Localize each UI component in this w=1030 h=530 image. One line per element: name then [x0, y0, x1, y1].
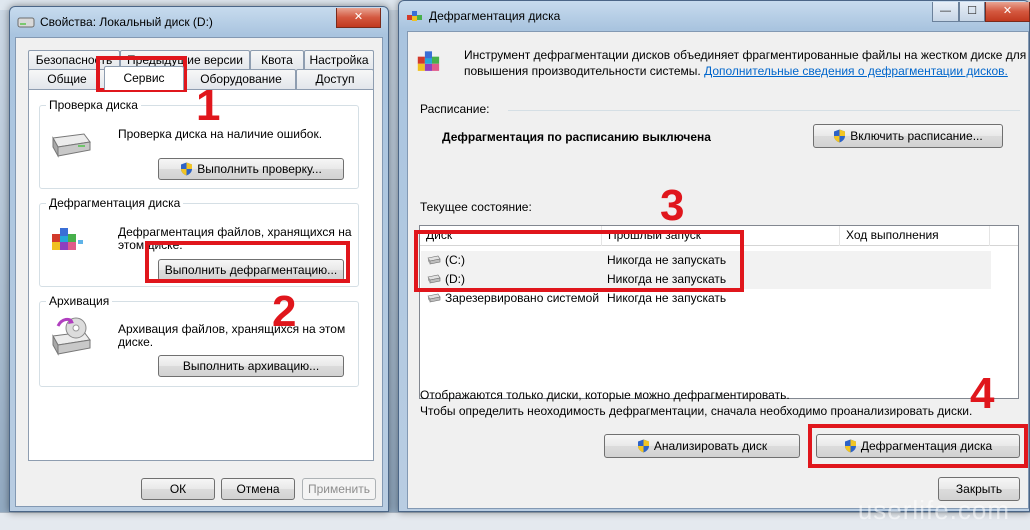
tab-quota[interactable]: Квота: [250, 50, 304, 70]
note-line1: Отображаются только диски, которые можно…: [420, 388, 790, 402]
tab-sharing[interactable]: Доступ: [296, 69, 374, 89]
minimize-icon[interactable]: —: [932, 2, 959, 22]
column-disk[interactable]: Диск: [420, 226, 602, 246]
enable-schedule-button[interactable]: Включить расписание...: [813, 124, 1003, 148]
defrag-header-icon: [417, 51, 440, 71]
properties-title-bar[interactable]: Свойства: Локальный диск (D:) ✕: [10, 7, 388, 37]
maximize-icon[interactable]: ☐: [959, 2, 985, 22]
disk-list-header: Диск Прошлый запуск Ход выполнения: [420, 226, 1018, 246]
last-run: Никогда не запускать: [607, 291, 727, 305]
uac-shield-icon: [834, 129, 846, 143]
analyze-disk-button[interactable]: Анализировать диск: [604, 434, 800, 458]
annotation-number-3: 3: [660, 181, 685, 230]
defrag-client: Инструмент дефрагментации дисков объедин…: [407, 31, 1029, 509]
hard-drive-icon: [52, 133, 91, 158]
close-icon[interactable]: ✕: [336, 8, 381, 28]
schedule-label: Расписание:: [420, 102, 490, 116]
table-row[interactable]: Зарезервировано системой Никогда не запу…: [421, 289, 991, 308]
note-line2: Чтобы определить неоходимость дефрагмент…: [420, 404, 973, 418]
schedule-separator: [508, 110, 1020, 111]
last-run: Никогда не запускать: [607, 253, 727, 267]
defrag-app-icon: [407, 11, 422, 21]
disk-name: (D:): [445, 272, 465, 286]
disk-icon: [427, 274, 441, 284]
intro-text-line1: Инструмент дефрагментации дисков объедин…: [464, 48, 1027, 62]
ok-button[interactable]: ОК: [141, 478, 215, 500]
check-disk-title: Проверка диска: [46, 98, 141, 112]
current-state-label: Текущее состояние:: [420, 200, 532, 214]
defrag-group: Дефрагментация диска Дефрагментация файл…: [39, 196, 359, 287]
column-last-run[interactable]: Прошлый запуск: [602, 226, 840, 246]
uac-shield-icon: [181, 162, 193, 176]
intro-text-line2-plain: повышения производительности системы.: [464, 64, 701, 78]
backup-group-title: Архивация: [46, 294, 113, 308]
defrag-window: Дефрагментация диска — ☐ ✕ Инструмент де…: [398, 0, 1030, 512]
table-row[interactable]: (D:) Никогда не запускать: [421, 270, 991, 289]
drive-icon: [17, 17, 35, 28]
intro-text-line2: повышения производительности системы. До…: [464, 63, 1008, 79]
defrag-disk-button[interactable]: Дефрагментация диска: [816, 434, 1020, 458]
tab-general[interactable]: Общие: [28, 69, 106, 89]
cancel-button[interactable]: Отмена: [221, 478, 295, 500]
annotation-number-4: 4: [970, 369, 995, 418]
table-row[interactable]: (C:) Никогда не запускать: [421, 251, 991, 270]
column-progress[interactable]: Ход выполнения: [840, 226, 990, 246]
analyze-disk-label: Анализировать диск: [653, 439, 768, 453]
uac-shield-icon: [637, 439, 649, 453]
run-check-button[interactable]: Выполнить проверку...: [158, 158, 344, 180]
disk-name: (C:): [445, 253, 465, 267]
run-check-label: Выполнить проверку...: [197, 162, 322, 176]
defrag-icon: [52, 228, 83, 250]
run-backup-button[interactable]: Выполнить архивацию...: [158, 355, 344, 377]
watermark: userlife.com: [857, 495, 1010, 525]
more-info-link[interactable]: Дополнительные сведения о дефрагментации…: [704, 64, 1008, 78]
backup-group: Архивация Архивация файлов, хранящихся н…: [39, 294, 359, 387]
defrag-title: Дефрагментация диска: [429, 9, 561, 23]
backup-icon: [52, 317, 91, 356]
run-defrag-button[interactable]: Выполнить дефрагментацию...: [158, 259, 344, 281]
defrag-group-title: Дефрагментация диска: [46, 196, 184, 210]
defrag-description-line2: этом диске.: [118, 238, 183, 252]
disk-icon: [427, 293, 441, 303]
service-tab-panel: Проверка диска Проверка диска на наличие…: [28, 89, 374, 461]
annotation-number-2: 2: [272, 287, 297, 336]
tab-service[interactable]: Сервис: [104, 66, 184, 90]
properties-title: Свойства: Локальный диск (D:): [40, 15, 213, 29]
disk-list[interactable]: Диск Прошлый запуск Ход выполнения (C:) …: [419, 225, 1019, 399]
tab-settings[interactable]: Настройка: [304, 50, 374, 70]
last-run: Никогда не запускать: [607, 272, 727, 286]
close-icon[interactable]: ✕: [985, 2, 1030, 22]
disk-icon: [427, 255, 441, 265]
schedule-status: Дефрагментация по расписанию выключена: [442, 130, 711, 144]
disk-name: Зарезервировано системой: [445, 291, 600, 305]
defrag-disk-label: Дефрагментация диска: [860, 439, 993, 453]
uac-shield-icon: [844, 439, 856, 453]
apply-button[interactable]: Применить: [302, 478, 376, 500]
enable-schedule-label: Включить расписание...: [850, 129, 983, 143]
backup-description-line2: диске.: [118, 335, 154, 349]
check-disk-description: Проверка диска на наличие ошибок.: [118, 127, 323, 141]
defrag-title-bar[interactable]: Дефрагментация диска — ☐ ✕: [399, 1, 1030, 31]
annotation-number-1: 1: [196, 81, 221, 130]
